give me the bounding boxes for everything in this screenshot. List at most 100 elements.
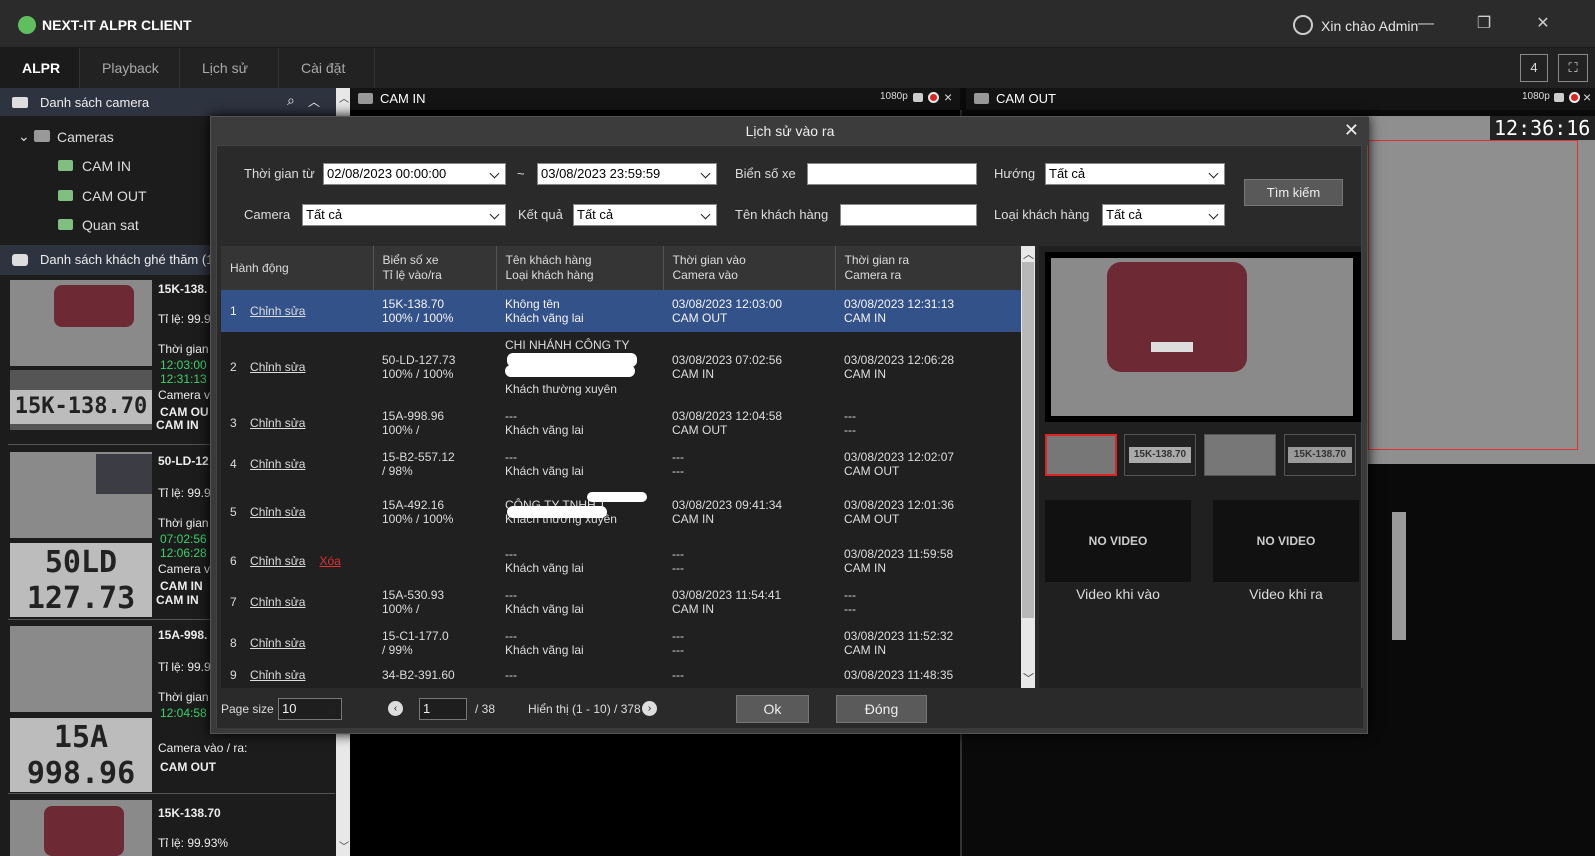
scroll-up-icon[interactable]: ︿ bbox=[339, 90, 349, 105]
table-row[interactable]: 6 Chỉnh sửa Xóa --- Khách vãng lai --- --- 03/… bbox=[221, 540, 1021, 581]
previous-page-icon[interactable]: ‹ bbox=[388, 701, 403, 716]
plate-cell: 15-B2-557.12 / 98% bbox=[373, 443, 496, 484]
to-time-picker[interactable]: 03/08/2023 23:59:59 bbox=[537, 163, 717, 185]
visitor-time-out: 12:31:13 bbox=[160, 372, 207, 386]
row-name: --- bbox=[505, 668, 517, 682]
edit-link[interactable]: Chỉnh sửa bbox=[250, 360, 305, 374]
next-page-icon[interactable]: › bbox=[642, 701, 657, 716]
col-time-in[interactable]: Thời gian vào Camera vào bbox=[663, 246, 836, 290]
thumbnail-vehicle-out[interactable] bbox=[1204, 434, 1276, 476]
user-icon[interactable] bbox=[1293, 15, 1313, 35]
camera-select[interactable]: Tất cả bbox=[302, 204, 506, 226]
close-icon[interactable]: × bbox=[1583, 89, 1591, 105]
edit-link[interactable]: Chỉnh sửa bbox=[250, 416, 305, 430]
layout-button[interactable]: 4 bbox=[1520, 54, 1548, 82]
edit-link[interactable]: Chỉnh sửa bbox=[250, 505, 305, 519]
col-action[interactable]: Hành động bbox=[221, 246, 374, 290]
ok-button[interactable]: Ok bbox=[736, 695, 809, 723]
app-logo-icon bbox=[18, 16, 36, 34]
tab-alpr[interactable]: ALPR bbox=[0, 48, 80, 88]
fullscreen-icon[interactable]: ⛶ bbox=[1558, 54, 1588, 82]
edit-link[interactable]: Chỉnh sửa bbox=[250, 554, 305, 568]
visitor-card[interactable]: 15K-138.70 Tỉ lệ: 99.93% bbox=[8, 798, 335, 856]
chevron-down-icon[interactable]: ⌄ bbox=[18, 128, 30, 145]
scroll-thumb[interactable] bbox=[1022, 262, 1034, 618]
search-icon[interactable]: ⌕ bbox=[287, 92, 295, 109]
col-customer[interactable]: Tên khách hàng Loại khách hàng bbox=[496, 246, 664, 290]
tree-item-cam-out[interactable]: CAM OUT bbox=[82, 188, 147, 204]
time-in-cell: --- --- bbox=[663, 443, 835, 484]
table-row[interactable]: 1 Chỉnh sửa 15K-138.70 100% / 100% Không tê… bbox=[221, 290, 1021, 332]
direction-label: Hướng bbox=[994, 166, 1036, 181]
close-icon[interactable]: × bbox=[944, 89, 952, 105]
tree-item-quan-sat[interactable]: Quan sat bbox=[82, 217, 139, 233]
video-out-label: Video khi ra bbox=[1249, 586, 1323, 602]
close-button[interactable]: Đóng bbox=[836, 695, 927, 723]
thumbnail-plate-out[interactable]: 15K-138.70 bbox=[1284, 434, 1356, 476]
col-time-out[interactable]: Thời gian ra Camera ra bbox=[835, 246, 1021, 290]
close-icon[interactable]: ✕ bbox=[1528, 12, 1558, 36]
time-out-cell: 03/08/2023 12:01:36 CAM OUT bbox=[835, 484, 1021, 540]
edit-link[interactable]: Chỉnh sửa bbox=[250, 668, 305, 682]
detection-box bbox=[1368, 140, 1578, 450]
time-out-cell: --- --- bbox=[835, 402, 1021, 443]
page-input[interactable]: 1 bbox=[419, 698, 467, 720]
tab-settings[interactable]: Cài đặt bbox=[279, 48, 375, 88]
time-out-cell: 03/08/2023 12:31:13 CAM IN bbox=[835, 290, 1021, 332]
record-icon[interactable] bbox=[928, 92, 939, 103]
visitor-time-in: 12:03:00 bbox=[160, 358, 207, 372]
cam-out-view[interactable]: 12:36:16 bbox=[1368, 116, 1595, 464]
search-button[interactable]: Tìm kiếm bbox=[1244, 179, 1343, 206]
direction-select[interactable]: Tất cả bbox=[1045, 163, 1225, 185]
time-out-cell: 03/08/2023 12:02:07 CAM OUT bbox=[835, 443, 1021, 484]
tab-playback[interactable]: Playback bbox=[80, 48, 180, 88]
row-plate: 15K-138.70 bbox=[382, 297, 445, 311]
vehicle-snapshot-large[interactable] bbox=[1051, 258, 1353, 416]
row-type: Khách vãng lai bbox=[505, 422, 584, 437]
restore-icon[interactable]: ❐ bbox=[1469, 12, 1499, 36]
row-rate: / 98% bbox=[382, 463, 413, 478]
close-icon[interactable]: ✕ bbox=[1344, 120, 1359, 141]
tab-history[interactable]: Lịch sử bbox=[180, 48, 279, 88]
scroll-up-icon[interactable]: ︿ bbox=[1023, 246, 1034, 262]
visitor-rate: Tỉ lệ: 99.93% bbox=[158, 836, 229, 850]
table-row[interactable]: 3 Chỉnh sửa 15A-998.96 100% / --- Khách vãng… bbox=[221, 402, 1021, 443]
table-row[interactable]: 4 Chỉnh sửa 15-B2-557.12 / 98% --- Khách vã… bbox=[221, 443, 1021, 484]
table-row[interactable]: 9 Chỉnh sửa 34-B2-391.60 --- --- 03/08/2023 … bbox=[221, 663, 1021, 687]
page-size-select[interactable]: 10 bbox=[278, 698, 342, 720]
edit-link[interactable]: Chỉnh sửa bbox=[250, 304, 305, 318]
customer-name-input[interactable] bbox=[840, 204, 977, 226]
cam-in-header: CAM IN 1080p × bbox=[350, 88, 960, 110]
thumbnail-plate-in[interactable]: 15K-138.70 bbox=[1124, 434, 1196, 476]
minimize-icon[interactable]: — bbox=[1411, 12, 1441, 36]
delete-link[interactable]: Xóa bbox=[319, 554, 340, 568]
tree-root-cameras[interactable]: Cameras bbox=[57, 129, 114, 145]
row-time-out: 03/08/2023 12:02:07 bbox=[844, 449, 955, 464]
col-plate[interactable]: Biển số xe Tỉ lệ vào/ra bbox=[373, 246, 497, 290]
table-row[interactable]: 7 Chỉnh sửa 15A-530.93 100% / --- Khách vãng… bbox=[221, 581, 1021, 622]
plate-input[interactable] bbox=[807, 163, 977, 185]
scroll-down-icon[interactable]: ﹀ bbox=[339, 838, 349, 853]
snapshot-frame bbox=[1045, 252, 1361, 422]
from-time-picker[interactable]: 02/08/2023 00:00:00 bbox=[323, 163, 506, 185]
chevron-up-icon[interactable]: ︿ bbox=[308, 93, 320, 110]
row-cam-in: CAM IN bbox=[672, 601, 714, 616]
edit-link[interactable]: Chỉnh sửa bbox=[250, 595, 305, 609]
customer-type-select[interactable]: Tất cả bbox=[1102, 204, 1225, 226]
table-row[interactable]: 8 Chỉnh sửa 15-C1-177.0 / 99% --- Khách vãn… bbox=[221, 622, 1021, 663]
car-icon bbox=[913, 93, 923, 102]
video-in-player[interactable]: NO VIDEO bbox=[1045, 500, 1191, 582]
table-scrollbar[interactable]: ︿ ﹀ bbox=[1021, 246, 1035, 688]
edit-link[interactable]: Chỉnh sửa bbox=[250, 457, 305, 471]
tree-item-cam-in[interactable]: CAM IN bbox=[82, 158, 131, 174]
table-header: Hành động Biển số xe Tỉ lệ vào/ra Tên khá… bbox=[221, 246, 1021, 290]
scroll-down-icon[interactable]: ﹀ bbox=[1023, 670, 1034, 686]
edit-link[interactable]: Chỉnh sửa bbox=[250, 636, 305, 650]
result-select[interactable]: Tất cả bbox=[573, 204, 717, 226]
video-out-player[interactable]: NO VIDEO bbox=[1213, 500, 1359, 582]
user-greeting[interactable]: Xin chào Admin bbox=[1321, 18, 1418, 34]
camera-icon bbox=[974, 93, 989, 104]
app-title: NEXT-IT ALPR CLIENT bbox=[42, 17, 192, 33]
thumbnail-vehicle-in[interactable] bbox=[1045, 434, 1117, 476]
record-icon[interactable] bbox=[1569, 92, 1580, 103]
